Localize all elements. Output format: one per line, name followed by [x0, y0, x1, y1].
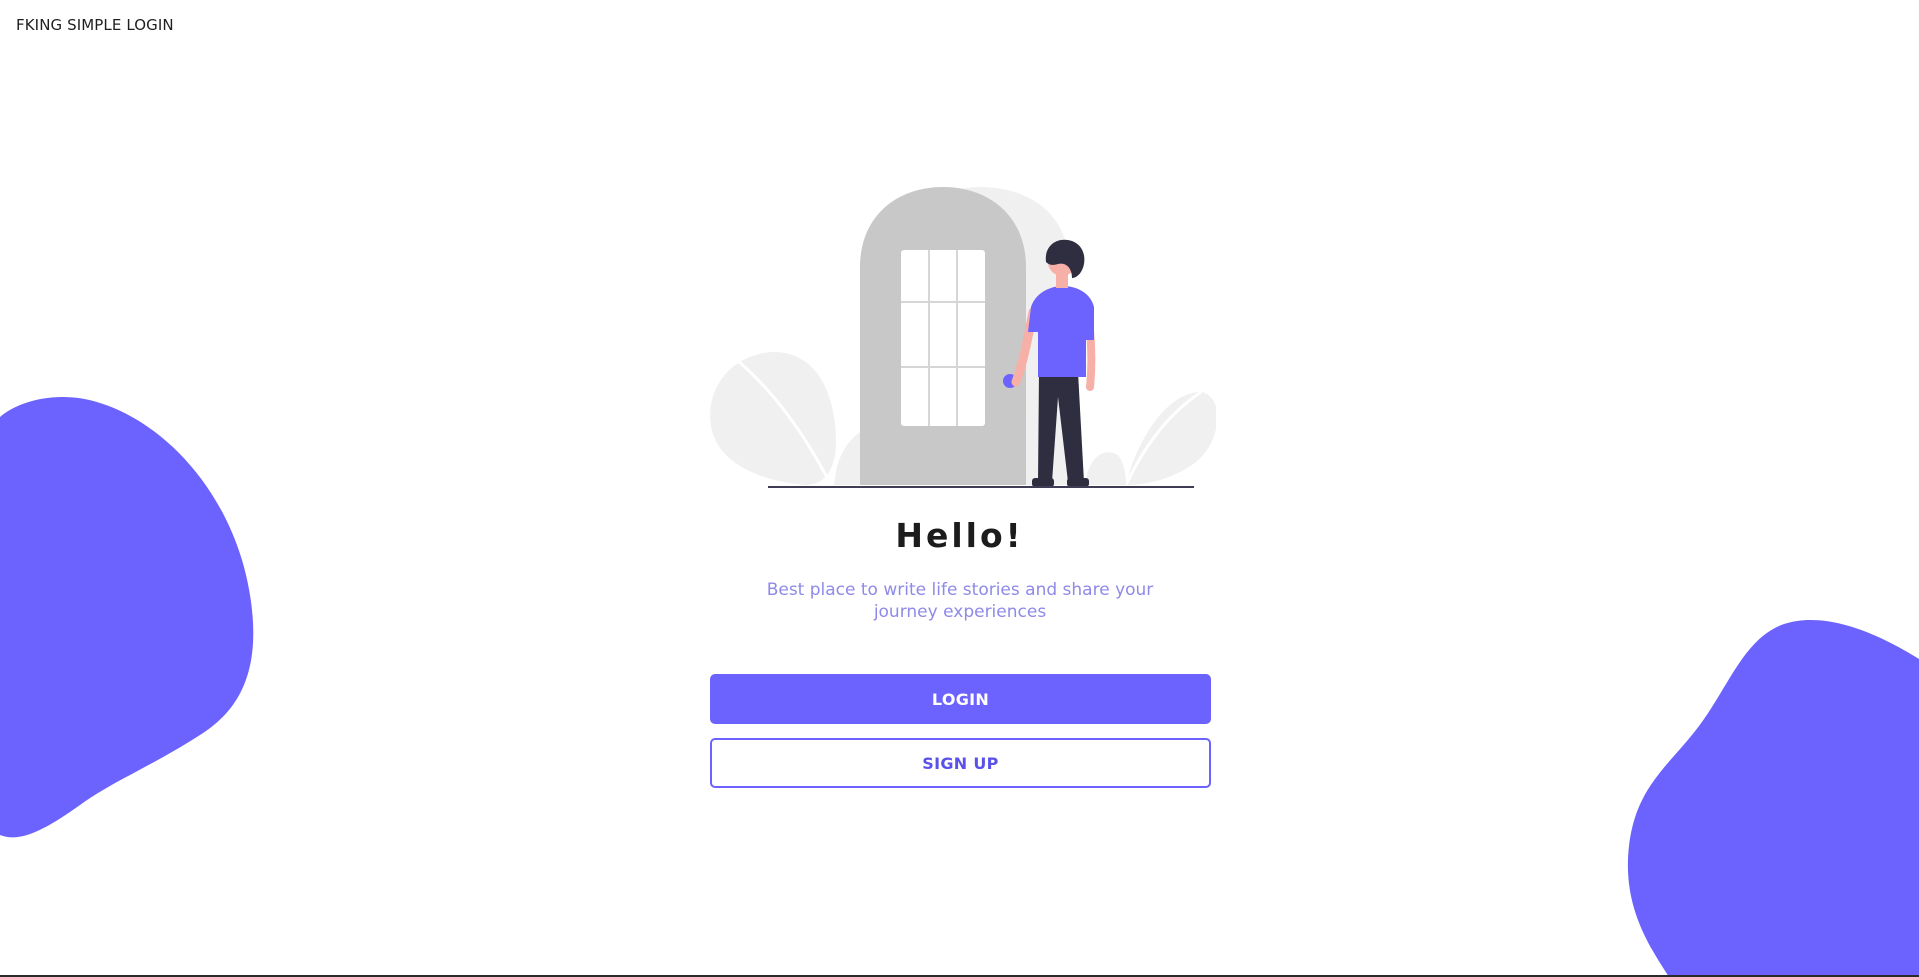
welcome-heading: Hello! [895, 516, 1024, 555]
login-button[interactable]: LOGIN [710, 674, 1211, 724]
right-plant-icon [1086, 390, 1216, 486]
signup-button[interactable]: SIGN UP [710, 738, 1211, 788]
tagline-text: Best place to write life stories and sha… [766, 580, 1154, 622]
landing-page: FKING SIMPLE LOGIN Hello! Best place to … [0, 0, 1919, 977]
person-at-door-illustration [710, 187, 1216, 488]
right-decorative-blob [1627, 619, 1919, 977]
left-plant-icon [710, 351, 881, 486]
left-decorative-blob [0, 397, 254, 838]
door-icon [860, 187, 1026, 485]
brand-title: FKING SIMPLE LOGIN [16, 16, 174, 34]
